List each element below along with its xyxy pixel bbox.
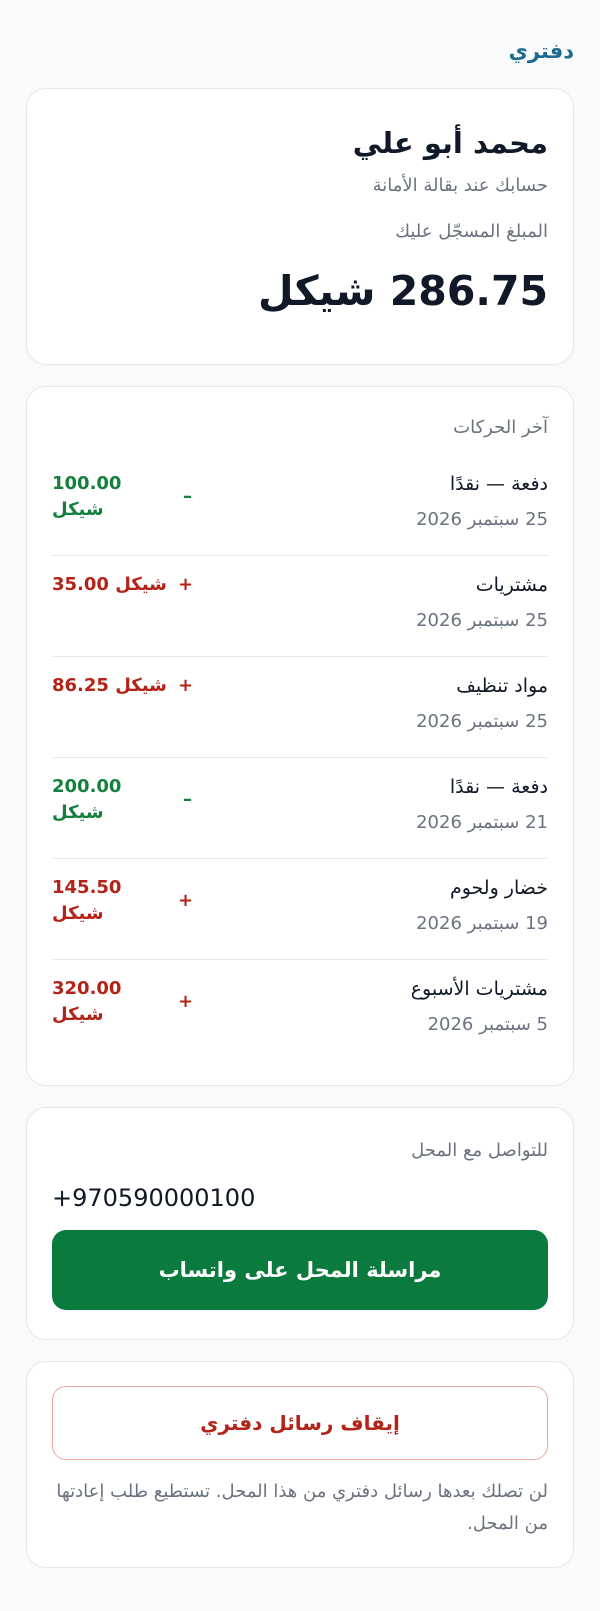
transaction-amount-value: 86.25 شيكل (52, 675, 167, 696)
balance-currency: شيكل (258, 267, 376, 315)
transaction-amount-value: 200.00 شيكل (52, 776, 122, 823)
transaction-sign: – (183, 789, 192, 810)
transaction-description: دفعة — نقدًا (449, 776, 548, 798)
account-card: محمد أبو علي حسابك عند بقالة الأمانة الم… (26, 88, 574, 365)
transaction-amount-value: 100.00 شيكل (52, 473, 122, 520)
transaction-description: مشتريات الأسبوع (410, 978, 548, 1000)
page: دفتري محمد أبو علي حسابك عند بقالة الأما… (0, 0, 600, 1611)
transaction-row: مواد تنظيف 25 سبتمبر 2026 86.25 شيكل + (52, 657, 548, 758)
transaction-row: مشتريات الأسبوع 5 سبتمبر 2026 320.00 شيك… (52, 960, 548, 1061)
transaction-row: دفعة — نقدًا 21 سبتمبر 2026 200.00 شيكل … (52, 758, 548, 859)
transaction-row: مشتريات 25 سبتمبر 2026 35.00 شيكل + (52, 556, 548, 657)
transaction-date: 25 سبتمبر 2026 (416, 610, 548, 631)
transaction-sign: + (178, 890, 194, 911)
transaction-amount-value: 35.00 شيكل (52, 574, 167, 595)
transaction-amount: 145.50 شيكل + (52, 875, 194, 927)
transaction-info: مشتريات الأسبوع 5 سبتمبر 2026 (411, 976, 548, 1038)
transaction-description: دفعة — نقدًا (449, 473, 548, 495)
balance-amount: 286.75 شيكل (52, 263, 548, 319)
transaction-date: 5 سبتمبر 2026 (427, 1014, 548, 1035)
transaction-description: خضار ولحوم (449, 877, 548, 899)
contact-title: للتواصل مع المحل (411, 1140, 548, 1161)
balance-label: المبلغ المسجّل عليك (395, 221, 548, 242)
transaction-sign: + (178, 991, 194, 1012)
contact-phone: +970590000100 (52, 1184, 256, 1212)
transaction-sign: + (178, 675, 194, 696)
transaction-amount-value: 320.00 شيكل (52, 978, 122, 1025)
balance-value: 286.75 (389, 267, 548, 315)
transaction-date: 25 سبتمبر 2026 (416, 711, 548, 732)
transaction-info: مشتريات 25 سبتمبر 2026 (416, 572, 548, 634)
transactions-card: آخر الحركات دفعة — نقدًا 25 سبتمبر 2026 … (26, 386, 574, 1086)
transactions-title: آخر الحركات (453, 417, 548, 438)
account-subtitle: حسابك عند بقالة الأمانة (372, 175, 548, 196)
transaction-description: مشتريات (475, 574, 548, 596)
transaction-amount: 100.00 شيكل – (52, 471, 192, 523)
transaction-row: دفعة — نقدًا 25 سبتمبر 2026 100.00 شيكل … (52, 455, 548, 556)
transaction-sign: + (178, 574, 194, 595)
transactions-list: دفعة — نقدًا 25 سبتمبر 2026 100.00 شيكل … (52, 455, 548, 1061)
transaction-info: مواد تنظيف 25 سبتمبر 2026 (416, 673, 548, 735)
transaction-date: 25 سبتمبر 2026 (416, 509, 548, 530)
stop-messages-button[interactable]: إيقاف رسائل دفتري (52, 1386, 548, 1460)
transaction-amount: 35.00 شيكل + (52, 572, 194, 598)
transaction-description: مواد تنظيف (456, 675, 548, 697)
transaction-date: 21 سبتمبر 2026 (416, 812, 548, 833)
transaction-amount: 200.00 شيكل – (52, 774, 192, 826)
customer-name: محمد أبو علي (352, 126, 548, 160)
transaction-amount: 86.25 شيكل + (52, 673, 194, 699)
stop-messages-card: إيقاف رسائل دفتري لن تصلك بعدها رسائل دف… (26, 1361, 574, 1568)
transaction-sign: – (183, 486, 192, 507)
transaction-info: دفعة — نقدًا 21 سبتمبر 2026 (416, 774, 548, 836)
transaction-row: خضار ولحوم 19 سبتمبر 2026 145.50 شيكل + (52, 859, 548, 960)
transaction-amount-value: 145.50 شيكل (52, 877, 122, 924)
stop-messages-note: لن تصلك بعدها رسائل دفتري من هذا المحل. … (56, 1481, 548, 1534)
transaction-info: خضار ولحوم 19 سبتمبر 2026 (416, 875, 548, 937)
whatsapp-button[interactable]: مراسلة المحل على واتساب (52, 1230, 548, 1310)
transaction-amount: 320.00 شيكل + (52, 976, 194, 1028)
transaction-info: دفعة — نقدًا 25 سبتمبر 2026 (416, 471, 548, 533)
contact-card: للتواصل مع المحل +970590000100 مراسلة ال… (26, 1107, 574, 1340)
brand-title: دفتري (508, 39, 574, 63)
transaction-date: 19 سبتمبر 2026 (416, 913, 548, 934)
